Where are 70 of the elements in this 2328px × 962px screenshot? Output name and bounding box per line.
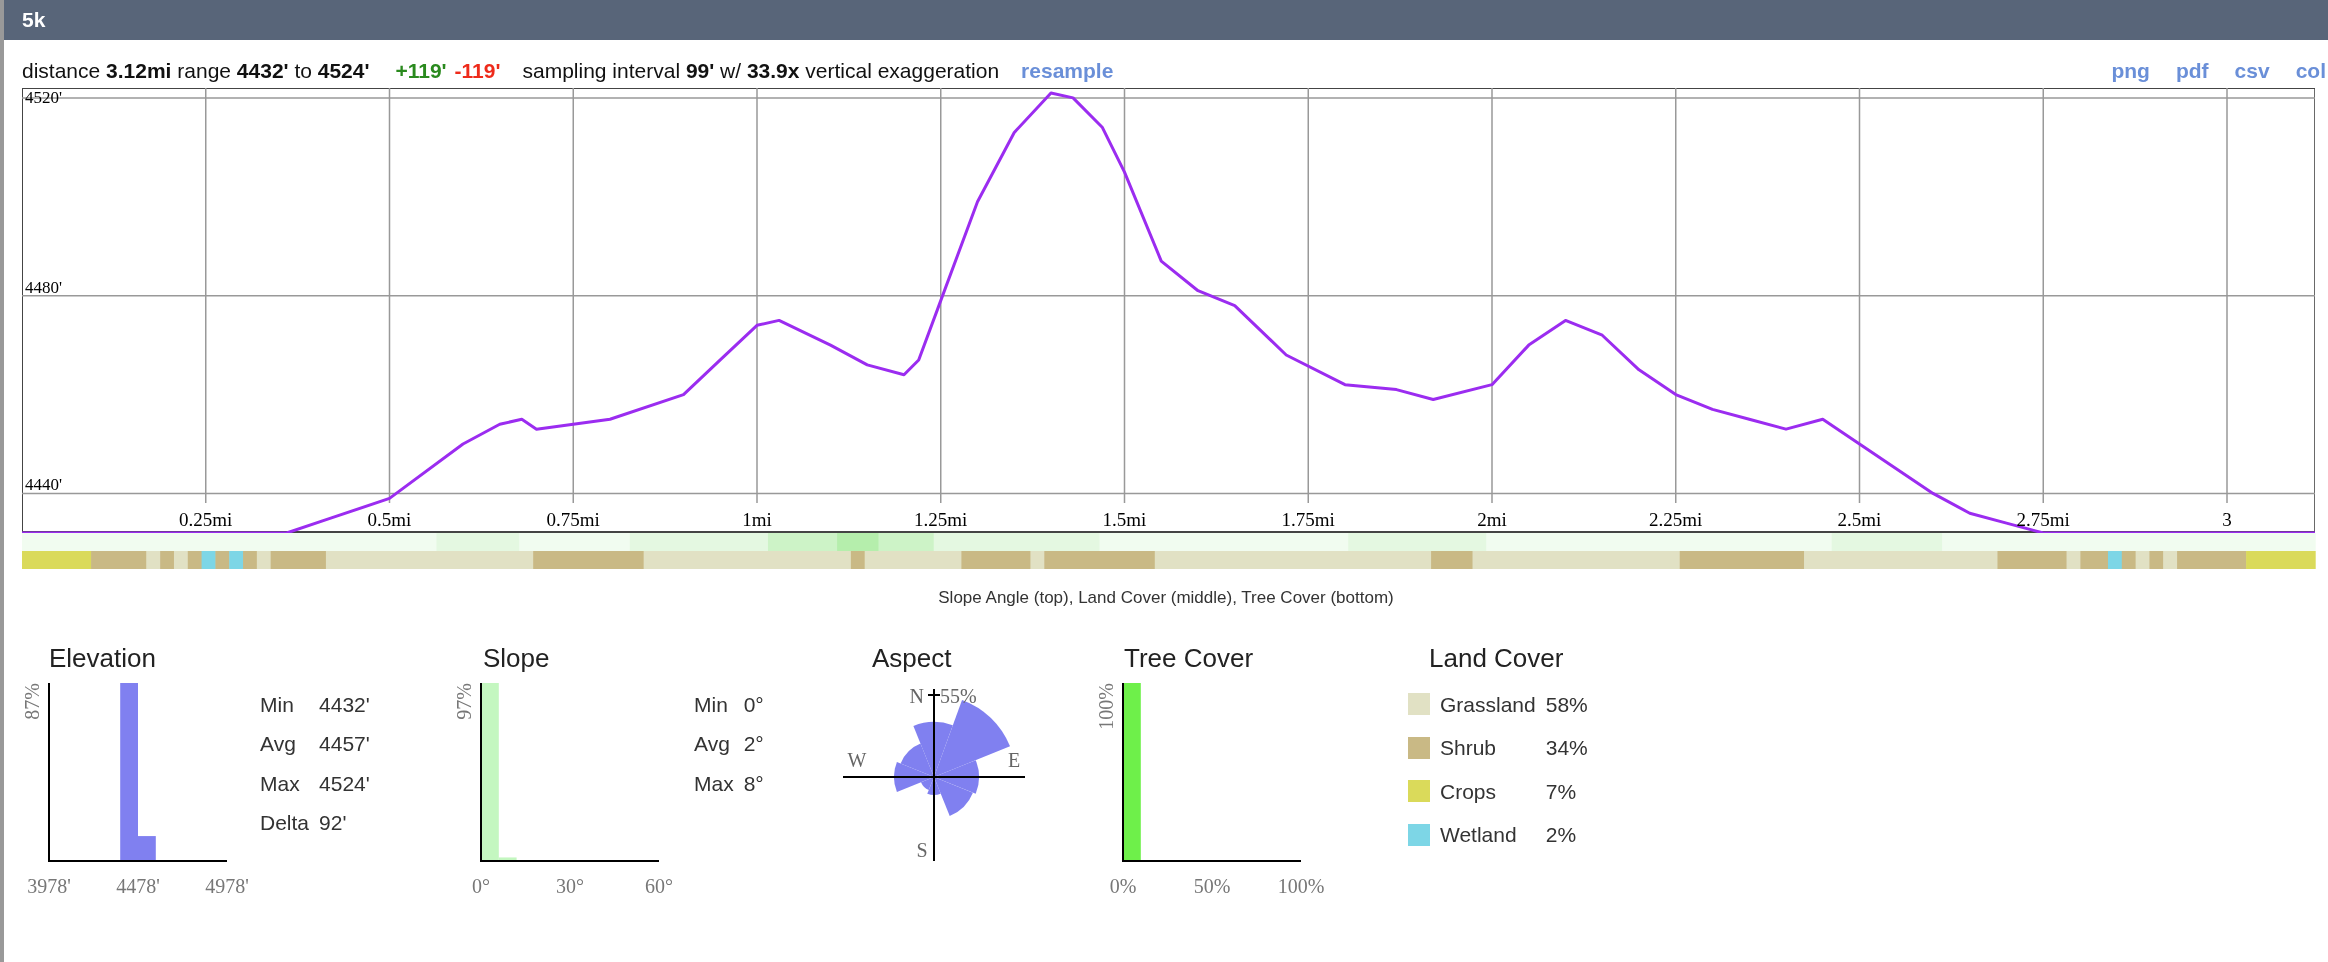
- compass-label: S: [916, 838, 928, 861]
- axis-label: 2.25mi: [1649, 509, 1703, 530]
- axis-label: 2.5mi: [1837, 509, 1882, 530]
- compass-label: E: [1007, 748, 1021, 771]
- stat-value: 4524': [319, 770, 370, 797]
- stat-value: 4432': [319, 691, 370, 718]
- axis-label: 0%: [1109, 874, 1137, 897]
- section-title: Tree Cover: [1124, 641, 1255, 675]
- stat-value: 4457': [319, 731, 370, 757]
- export-link[interactable]: png: [2111, 54, 2150, 86]
- stat-value: 2°: [743, 731, 764, 757]
- axis-label: 1.5mi: [1102, 509, 1147, 530]
- legend-label: Grassland: [1440, 691, 1536, 718]
- axis-label: 0.5mi: [367, 509, 412, 530]
- axis-label: 87%: [21, 682, 43, 720]
- legend-percent: 58%: [1545, 691, 1588, 718]
- stat-value: 8°: [743, 770, 764, 797]
- window-title: 5k: [22, 7, 46, 34]
- stat-value: 0°: [743, 691, 764, 718]
- stat-label: Avg: [260, 731, 297, 757]
- axis-label: 60°: [645, 874, 673, 897]
- compass-label: W: [847, 748, 867, 771]
- legend-percent: 2%: [1545, 822, 1578, 848]
- section-title: Land Cover: [1429, 641, 1565, 675]
- loss-value: -119': [454, 57, 501, 84]
- axis-label: 4478': [116, 874, 160, 897]
- axis-label: 0.75mi: [546, 509, 600, 530]
- axis-label: 4480': [25, 277, 63, 297]
- strip-caption: Slope Angle (top), Land Cover (middle), Tree Cover (bottom): [938, 588, 1394, 607]
- stat-label: Delta: [260, 810, 310, 836]
- axis-label: 4978': [205, 874, 249, 897]
- summary-text: distance 3.12mi range 4432' to 4524': [22, 57, 370, 84]
- axis-label: 4440': [25, 475, 63, 495]
- stat-label: Min: [260, 691, 295, 718]
- axis-label: 1.25mi: [914, 509, 968, 530]
- legend-label: Crops: [1440, 778, 1498, 805]
- axis-label: 0°: [472, 874, 490, 897]
- export-link[interactable]: col: [2295, 54, 2326, 86]
- axis-label: 30°: [556, 874, 584, 897]
- axis-label: 1mi: [742, 509, 772, 530]
- axis-label: 97%: [453, 682, 475, 720]
- stat-label: Avg: [694, 731, 731, 757]
- axis-label: 4520': [25, 88, 63, 107]
- stat-label: Max: [694, 770, 734, 797]
- axis-label: 2.75mi: [2016, 509, 2070, 530]
- compass-label: N: [909, 684, 924, 707]
- gain-value: +119': [395, 57, 447, 84]
- stat-label: Max: [260, 770, 301, 797]
- stat-value: 92': [319, 810, 348, 836]
- scale-label: 55%: [940, 684, 977, 707]
- axis-label: 3978': [27, 874, 71, 897]
- sampling-text: sampling interval 99' w/ 33.9x vertical exaggeration: [522, 57, 1000, 84]
- axis-label: 3: [2222, 509, 2232, 530]
- axis-label: 50%: [1193, 874, 1231, 897]
- export-link[interactable]: csv: [2234, 54, 2270, 86]
- stat-label: Min: [694, 691, 729, 718]
- axis-label: 100%: [1095, 682, 1117, 730]
- section-title: Elevation: [49, 641, 157, 675]
- section-title: Slope: [483, 641, 551, 675]
- legend-label: Wetland: [1440, 822, 1518, 848]
- axis-label: 0.25mi: [179, 509, 233, 530]
- axis-label: 100%: [1277, 874, 1325, 897]
- legend-percent: 34%: [1545, 735, 1588, 761]
- axis-label: 1.75mi: [1281, 509, 1335, 530]
- legend-percent: 7%: [1545, 778, 1578, 805]
- axis-label: 2mi: [1477, 509, 1507, 530]
- section-title: Aspect: [872, 641, 953, 675]
- export-link[interactable]: pdf: [2175, 54, 2209, 86]
- legend-label: Shrub: [1440, 735, 1498, 761]
- resample-link[interactable]: resample: [1021, 54, 1114, 86]
